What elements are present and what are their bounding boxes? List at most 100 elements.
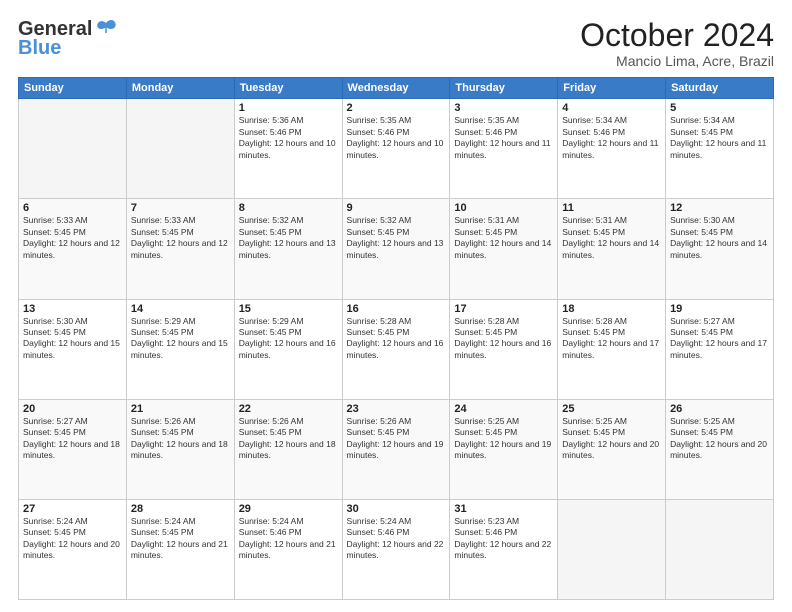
day-info: Sunrise: 5:30 AMSunset: 5:45 PMDaylight:… xyxy=(670,215,769,261)
day-info: Sunrise: 5:25 AMSunset: 5:45 PMDaylight:… xyxy=(670,416,769,462)
calendar-cell: 17Sunrise: 5:28 AMSunset: 5:45 PMDayligh… xyxy=(450,299,558,399)
day-info: Sunrise: 5:35 AMSunset: 5:46 PMDaylight:… xyxy=(347,115,446,161)
day-info: Sunrise: 5:26 AMSunset: 5:45 PMDaylight:… xyxy=(347,416,446,462)
calendar-cell xyxy=(19,99,127,199)
day-number: 17 xyxy=(454,303,553,315)
location-title: Mancio Lima, Acre, Brazil xyxy=(580,53,774,69)
day-info: Sunrise: 5:30 AMSunset: 5:45 PMDaylight:… xyxy=(23,316,122,362)
calendar-header-row: SundayMondayTuesdayWednesdayThursdayFrid… xyxy=(19,78,774,99)
day-number: 21 xyxy=(131,403,230,415)
calendar: SundayMondayTuesdayWednesdayThursdayFrid… xyxy=(18,77,774,600)
day-number: 16 xyxy=(347,303,446,315)
calendar-cell xyxy=(558,499,666,599)
day-info: Sunrise: 5:27 AMSunset: 5:45 PMDaylight:… xyxy=(23,416,122,462)
day-info: Sunrise: 5:31 AMSunset: 5:45 PMDaylight:… xyxy=(454,215,553,261)
day-number: 18 xyxy=(562,303,661,315)
day-info: Sunrise: 5:29 AMSunset: 5:45 PMDaylight:… xyxy=(131,316,230,362)
day-number: 29 xyxy=(239,503,338,515)
logo-blue: Blue xyxy=(18,37,61,60)
calendar-cell: 31Sunrise: 5:23 AMSunset: 5:46 PMDayligh… xyxy=(450,499,558,599)
calendar-cell: 12Sunrise: 5:30 AMSunset: 5:45 PMDayligh… xyxy=(666,199,774,299)
day-info: Sunrise: 5:34 AMSunset: 5:45 PMDaylight:… xyxy=(670,115,769,161)
day-info: Sunrise: 5:24 AMSunset: 5:45 PMDaylight:… xyxy=(131,516,230,562)
calendar-cell: 19Sunrise: 5:27 AMSunset: 5:45 PMDayligh… xyxy=(666,299,774,399)
calendar-cell: 30Sunrise: 5:24 AMSunset: 5:46 PMDayligh… xyxy=(342,499,450,599)
calendar-cell: 9Sunrise: 5:32 AMSunset: 5:45 PMDaylight… xyxy=(342,199,450,299)
day-info: Sunrise: 5:35 AMSunset: 5:46 PMDaylight:… xyxy=(454,115,553,161)
calendar-week-row: 20Sunrise: 5:27 AMSunset: 5:45 PMDayligh… xyxy=(19,399,774,499)
calendar-body: 1Sunrise: 5:36 AMSunset: 5:46 PMDaylight… xyxy=(19,99,774,600)
day-number: 27 xyxy=(23,503,122,515)
calendar-cell: 6Sunrise: 5:33 AMSunset: 5:45 PMDaylight… xyxy=(19,199,127,299)
day-info: Sunrise: 5:28 AMSunset: 5:45 PMDaylight:… xyxy=(347,316,446,362)
calendar-cell: 5Sunrise: 5:34 AMSunset: 5:45 PMDaylight… xyxy=(666,99,774,199)
calendar-week-row: 13Sunrise: 5:30 AMSunset: 5:45 PMDayligh… xyxy=(19,299,774,399)
logo-bird-icon xyxy=(96,19,118,37)
day-number: 31 xyxy=(454,503,553,515)
calendar-cell xyxy=(126,99,234,199)
day-number: 14 xyxy=(131,303,230,315)
calendar-week-row: 6 Sunrise: 5:33 AMSunset: 5:45 PMDaylight… xyxy=(19,199,774,299)
day-info: Sunrise: 5:25 AMSunset: 5:45 PMDaylight:… xyxy=(454,416,553,462)
day-number: 19 xyxy=(670,303,769,315)
day-number: 25 xyxy=(562,403,661,415)
weekday-header: Thursday xyxy=(450,78,558,99)
calendar-cell: 27Sunrise: 5:24 AMSunset: 5:45 PMDayligh… xyxy=(19,499,127,599)
calendar-cell: 29Sunrise: 5:24 AMSunset: 5:46 PMDayligh… xyxy=(234,499,342,599)
day-number: 9 xyxy=(347,202,446,214)
day-number: 10 xyxy=(454,202,553,214)
day-info: Sunrise: 5:25 AMSunset: 5:45 PMDaylight:… xyxy=(562,416,661,462)
day-number: 24 xyxy=(454,403,553,415)
day-info: Sunrise: 5:32 AMSunset: 5:45 PMDaylight:… xyxy=(239,215,338,261)
weekday-header: Wednesday xyxy=(342,78,450,99)
calendar-cell: 24Sunrise: 5:25 AMSunset: 5:45 PMDayligh… xyxy=(450,399,558,499)
day-info: Sunrise: 5:28 AMSunset: 5:45 PMDaylight:… xyxy=(562,316,661,362)
calendar-cell: 26Sunrise: 5:25 AMSunset: 5:45 PMDayligh… xyxy=(666,399,774,499)
calendar-cell: 21Sunrise: 5:26 AMSunset: 5:45 PMDayligh… xyxy=(126,399,234,499)
calendar-cell: 18Sunrise: 5:28 AMSunset: 5:45 PMDayligh… xyxy=(558,299,666,399)
calendar-cell: 15Sunrise: 5:29 AMSunset: 5:45 PMDayligh… xyxy=(234,299,342,399)
day-number: 11 xyxy=(562,202,661,214)
calendar-cell: 7Sunrise: 5:33 AMSunset: 5:45 PMDaylight… xyxy=(126,199,234,299)
day-number: 28 xyxy=(131,503,230,515)
day-number: 13 xyxy=(23,303,122,315)
day-number: 1 xyxy=(239,102,338,114)
day-number: 8 xyxy=(239,202,338,214)
weekday-header: Friday xyxy=(558,78,666,99)
day-info: Sunrise: 5:24 AMSunset: 5:46 PMDaylight:… xyxy=(347,516,446,562)
day-number: 7 xyxy=(131,202,230,214)
weekday-header: Monday xyxy=(126,78,234,99)
day-number: 30 xyxy=(347,503,446,515)
day-number: 15 xyxy=(239,303,338,315)
weekday-header: Tuesday xyxy=(234,78,342,99)
day-info: Sunrise: 5:34 AMSunset: 5:46 PMDaylight:… xyxy=(562,115,661,161)
day-info: Sunrise: 5:32 AMSunset: 5:45 PMDaylight:… xyxy=(347,215,446,261)
header: General Blue October 2024 Mancio Lima, A… xyxy=(18,18,774,69)
day-info: Sunrise: 5:27 AMSunset: 5:45 PMDaylight:… xyxy=(670,316,769,362)
calendar-cell: 2Sunrise: 5:35 AMSunset: 5:46 PMDaylight… xyxy=(342,99,450,199)
calendar-cell: 1Sunrise: 5:36 AMSunset: 5:46 PMDaylight… xyxy=(234,99,342,199)
day-info: Sunrise: 5:31 AMSunset: 5:45 PMDaylight:… xyxy=(562,215,661,261)
calendar-cell: 22Sunrise: 5:26 AMSunset: 5:45 PMDayligh… xyxy=(234,399,342,499)
calendar-cell xyxy=(666,499,774,599)
calendar-cell: 13Sunrise: 5:30 AMSunset: 5:45 PMDayligh… xyxy=(19,299,127,399)
day-number: 22 xyxy=(239,403,338,415)
day-number: 20 xyxy=(23,403,122,415)
calendar-cell: 3Sunrise: 5:35 AMSunset: 5:46 PMDaylight… xyxy=(450,99,558,199)
calendar-cell: 14Sunrise: 5:29 AMSunset: 5:45 PMDayligh… xyxy=(126,299,234,399)
calendar-cell: 20Sunrise: 5:27 AMSunset: 5:45 PMDayligh… xyxy=(19,399,127,499)
day-info: Sunrise: 5:26 AMSunset: 5:45 PMDaylight:… xyxy=(239,416,338,462)
day-info: Sunrise: 5:36 AMSunset: 5:46 PMDaylight:… xyxy=(239,115,338,161)
day-number: 6 xyxy=(23,202,122,214)
logo: General Blue xyxy=(18,18,118,60)
calendar-cell: 10Sunrise: 5:31 AMSunset: 5:45 PMDayligh… xyxy=(450,199,558,299)
day-info: Sunrise: 5:24 AMSunset: 5:45 PMDaylight:… xyxy=(23,516,122,562)
day-info: Sunrise: 5:24 AMSunset: 5:46 PMDaylight:… xyxy=(239,516,338,562)
day-info: Sunrise: 5:33 AMSunset: 5:45 PMDaylight:… xyxy=(131,215,230,261)
calendar-cell: 25Sunrise: 5:25 AMSunset: 5:45 PMDayligh… xyxy=(558,399,666,499)
day-info: Sunrise: 5:23 AMSunset: 5:46 PMDaylight:… xyxy=(454,516,553,562)
day-number: 3 xyxy=(454,102,553,114)
month-title: October 2024 xyxy=(580,18,774,53)
calendar-cell: 4Sunrise: 5:34 AMSunset: 5:46 PMDaylight… xyxy=(558,99,666,199)
day-info: Sunrise: 5:29 AMSunset: 5:45 PMDaylight:… xyxy=(239,316,338,362)
